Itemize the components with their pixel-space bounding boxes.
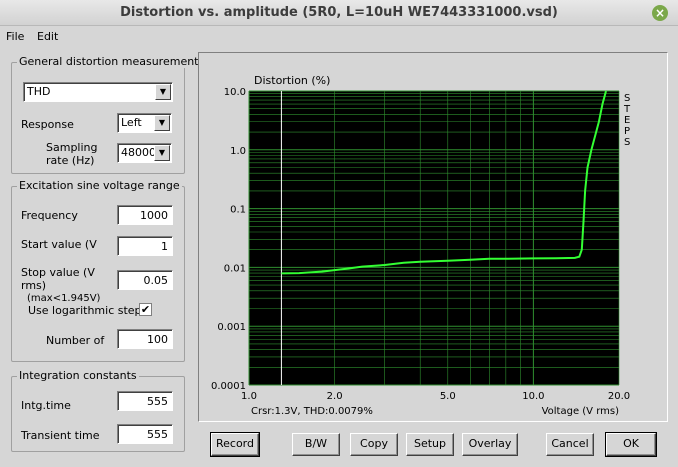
number-of-steps-input[interactable]: 100 bbox=[117, 329, 173, 349]
y-tick-label: 10.0 bbox=[224, 87, 246, 98]
y-tick-label: 0.0001 bbox=[211, 381, 246, 392]
ok-button[interactable]: OK bbox=[605, 432, 657, 457]
y-tick-label: 0.01 bbox=[224, 263, 246, 274]
bw-button[interactable]: B/W bbox=[292, 433, 340, 456]
transient-time-label: Transient time bbox=[21, 429, 100, 442]
log-steps-checkbox[interactable]: ✔ bbox=[139, 303, 152, 316]
x-tick-label: 5.0 bbox=[440, 391, 456, 402]
title-bar: Distortion vs. amplitude (5R0, L=10uH WE… bbox=[0, 0, 678, 26]
menu-file[interactable]: File bbox=[6, 30, 24, 43]
x-tick-label: 10.0 bbox=[522, 391, 544, 402]
overlay-button[interactable]: Overlay bbox=[462, 433, 518, 456]
frequency-input[interactable]: 1000 bbox=[117, 205, 173, 225]
integration-group-title: Integration constants bbox=[17, 369, 139, 382]
x-tick-label: 1.0 bbox=[241, 391, 257, 402]
intg-time-input[interactable]: 555 bbox=[117, 391, 173, 411]
record-button[interactable]: Record bbox=[210, 432, 260, 457]
chevron-down-icon: ▼ bbox=[154, 115, 170, 131]
y-tick-label: 0.1 bbox=[230, 205, 246, 216]
stop-value-input[interactable]: 0.05 bbox=[117, 270, 173, 290]
plot-panel: Distortion (%) 1.0 2.0 5.0 10.0 20.0 0.0001 0.… bbox=[198, 52, 668, 422]
y-tick-label: 0.001 bbox=[217, 322, 246, 333]
x-tick-label: 2.0 bbox=[327, 391, 343, 402]
number-of-steps-label: Number of bbox=[46, 334, 105, 347]
response-select[interactable]: Left ▼ bbox=[117, 113, 172, 133]
start-value-label: Start value (V bbox=[21, 238, 97, 251]
cursor-readout: Crsr:1.3V, THD:0.0079% bbox=[251, 406, 373, 417]
start-value-input[interactable]: 1 bbox=[117, 236, 173, 256]
steps-label: STEPS bbox=[623, 93, 631, 148]
plot-area bbox=[249, 91, 619, 385]
response-label: Response bbox=[21, 118, 74, 131]
chart-title: Distortion (%) bbox=[254, 74, 330, 87]
sampling-label-2: rate (Hz) bbox=[46, 154, 95, 167]
measurement-select[interactable]: THD ▼ bbox=[23, 82, 173, 102]
excitation-group-title: Excitation sine voltage range bbox=[17, 179, 182, 192]
log-steps-label: Use logarithmic steps bbox=[28, 304, 148, 317]
measurement-value: THD bbox=[27, 85, 51, 98]
general-group-title: General distortion measurement bbox=[17, 55, 201, 68]
y-tick-label: 1.0 bbox=[230, 146, 246, 157]
x-tick-label: 20.0 bbox=[608, 391, 630, 402]
intg-time-label: Intg.time bbox=[21, 399, 71, 412]
response-value: Left bbox=[121, 116, 142, 129]
setup-button[interactable]: Setup bbox=[406, 433, 454, 456]
x-axis-label: Voltage (V rms) bbox=[542, 406, 619, 417]
window-title: Distortion vs. amplitude (5R0, L=10uH WE… bbox=[120, 5, 558, 20]
frequency-label: Frequency bbox=[21, 209, 78, 222]
sampling-rate-select[interactable]: 48000 ▼ bbox=[117, 143, 172, 163]
sampling-label-1: Sampling bbox=[46, 141, 98, 154]
close-icon[interactable]: × bbox=[652, 5, 668, 21]
copy-button[interactable]: Copy bbox=[350, 433, 398, 456]
menu-edit[interactable]: Edit bbox=[37, 30, 58, 43]
transient-time-input[interactable]: 555 bbox=[117, 424, 173, 444]
menu-bar: File Edit bbox=[0, 28, 678, 46]
stop-value-label-2: rms) bbox=[21, 279, 47, 292]
distortion-chart[interactable]: Distortion (%) 1.0 2.0 5.0 10.0 20.0 0.0001 0.… bbox=[199, 53, 667, 421]
stop-value-label-1: Stop value (V bbox=[21, 266, 95, 279]
cancel-button[interactable]: Cancel bbox=[546, 433, 594, 456]
chevron-down-icon: ▼ bbox=[154, 145, 170, 161]
sampling-rate-value: 48000 bbox=[121, 146, 156, 159]
chevron-down-icon: ▼ bbox=[155, 84, 171, 100]
